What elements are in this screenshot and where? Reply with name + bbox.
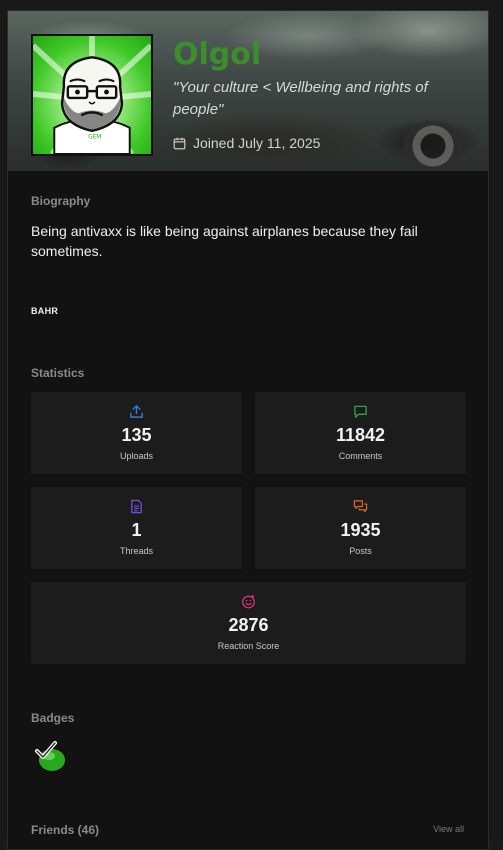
calendar-icon [173,137,186,150]
check-badge-icon[interactable] [34,739,68,773]
stat-value: 135 [121,425,151,446]
svg-text:GEM: GEM [88,135,101,141]
banner-eye [403,121,463,171]
stat-label: Comments [339,451,383,461]
comment-icon [353,404,368,419]
joined-date: Joined July 11, 2025 [173,135,320,151]
stat-label: Posts [349,546,372,556]
biography-title: Biography [31,194,90,208]
statistics-title: Statistics [31,366,84,380]
stat-comments: 11842 Comments [255,392,466,474]
username: Olgol [173,37,261,72]
profile-banner: GEM Olgol "Your culture < Wellbeing and … [8,11,488,171]
upload-icon [129,404,144,419]
stat-label: Reaction Score [218,641,280,651]
joined-text: Joined July 11, 2025 [193,135,320,151]
stat-uploads: 135 Uploads [31,392,242,474]
wojak-avatar-icon: GEM [33,36,151,154]
stat-posts: 1935 Posts [255,487,466,569]
friends-title: Friends (46) [31,823,99,837]
stat-value: 2876 [228,615,268,636]
chat-bubbles-icon [353,499,368,514]
profile-card: GEM Olgol "Your culture < Wellbeing and … [7,10,489,850]
document-icon [129,499,144,514]
stat-value: 1 [131,520,141,541]
avatar[interactable]: GEM [31,34,153,156]
stat-label: Uploads [120,451,153,461]
stat-value: 1935 [340,520,380,541]
stat-threads: 1 Threads [31,487,242,569]
stat-label: Threads [120,546,153,556]
biography-text: Being antivaxx is like being against air… [31,221,431,261]
badges-title: Badges [31,711,74,725]
stat-value: 11842 [336,425,385,446]
stat-reaction-score: 2876 Reaction Score [31,582,466,664]
biography-signature: BAHR [31,306,58,316]
view-all-friends-link[interactable]: View all [433,824,464,834]
smiley-icon [241,594,256,609]
profile-motto: "Your culture < Wellbeing and rights of … [173,77,463,121]
